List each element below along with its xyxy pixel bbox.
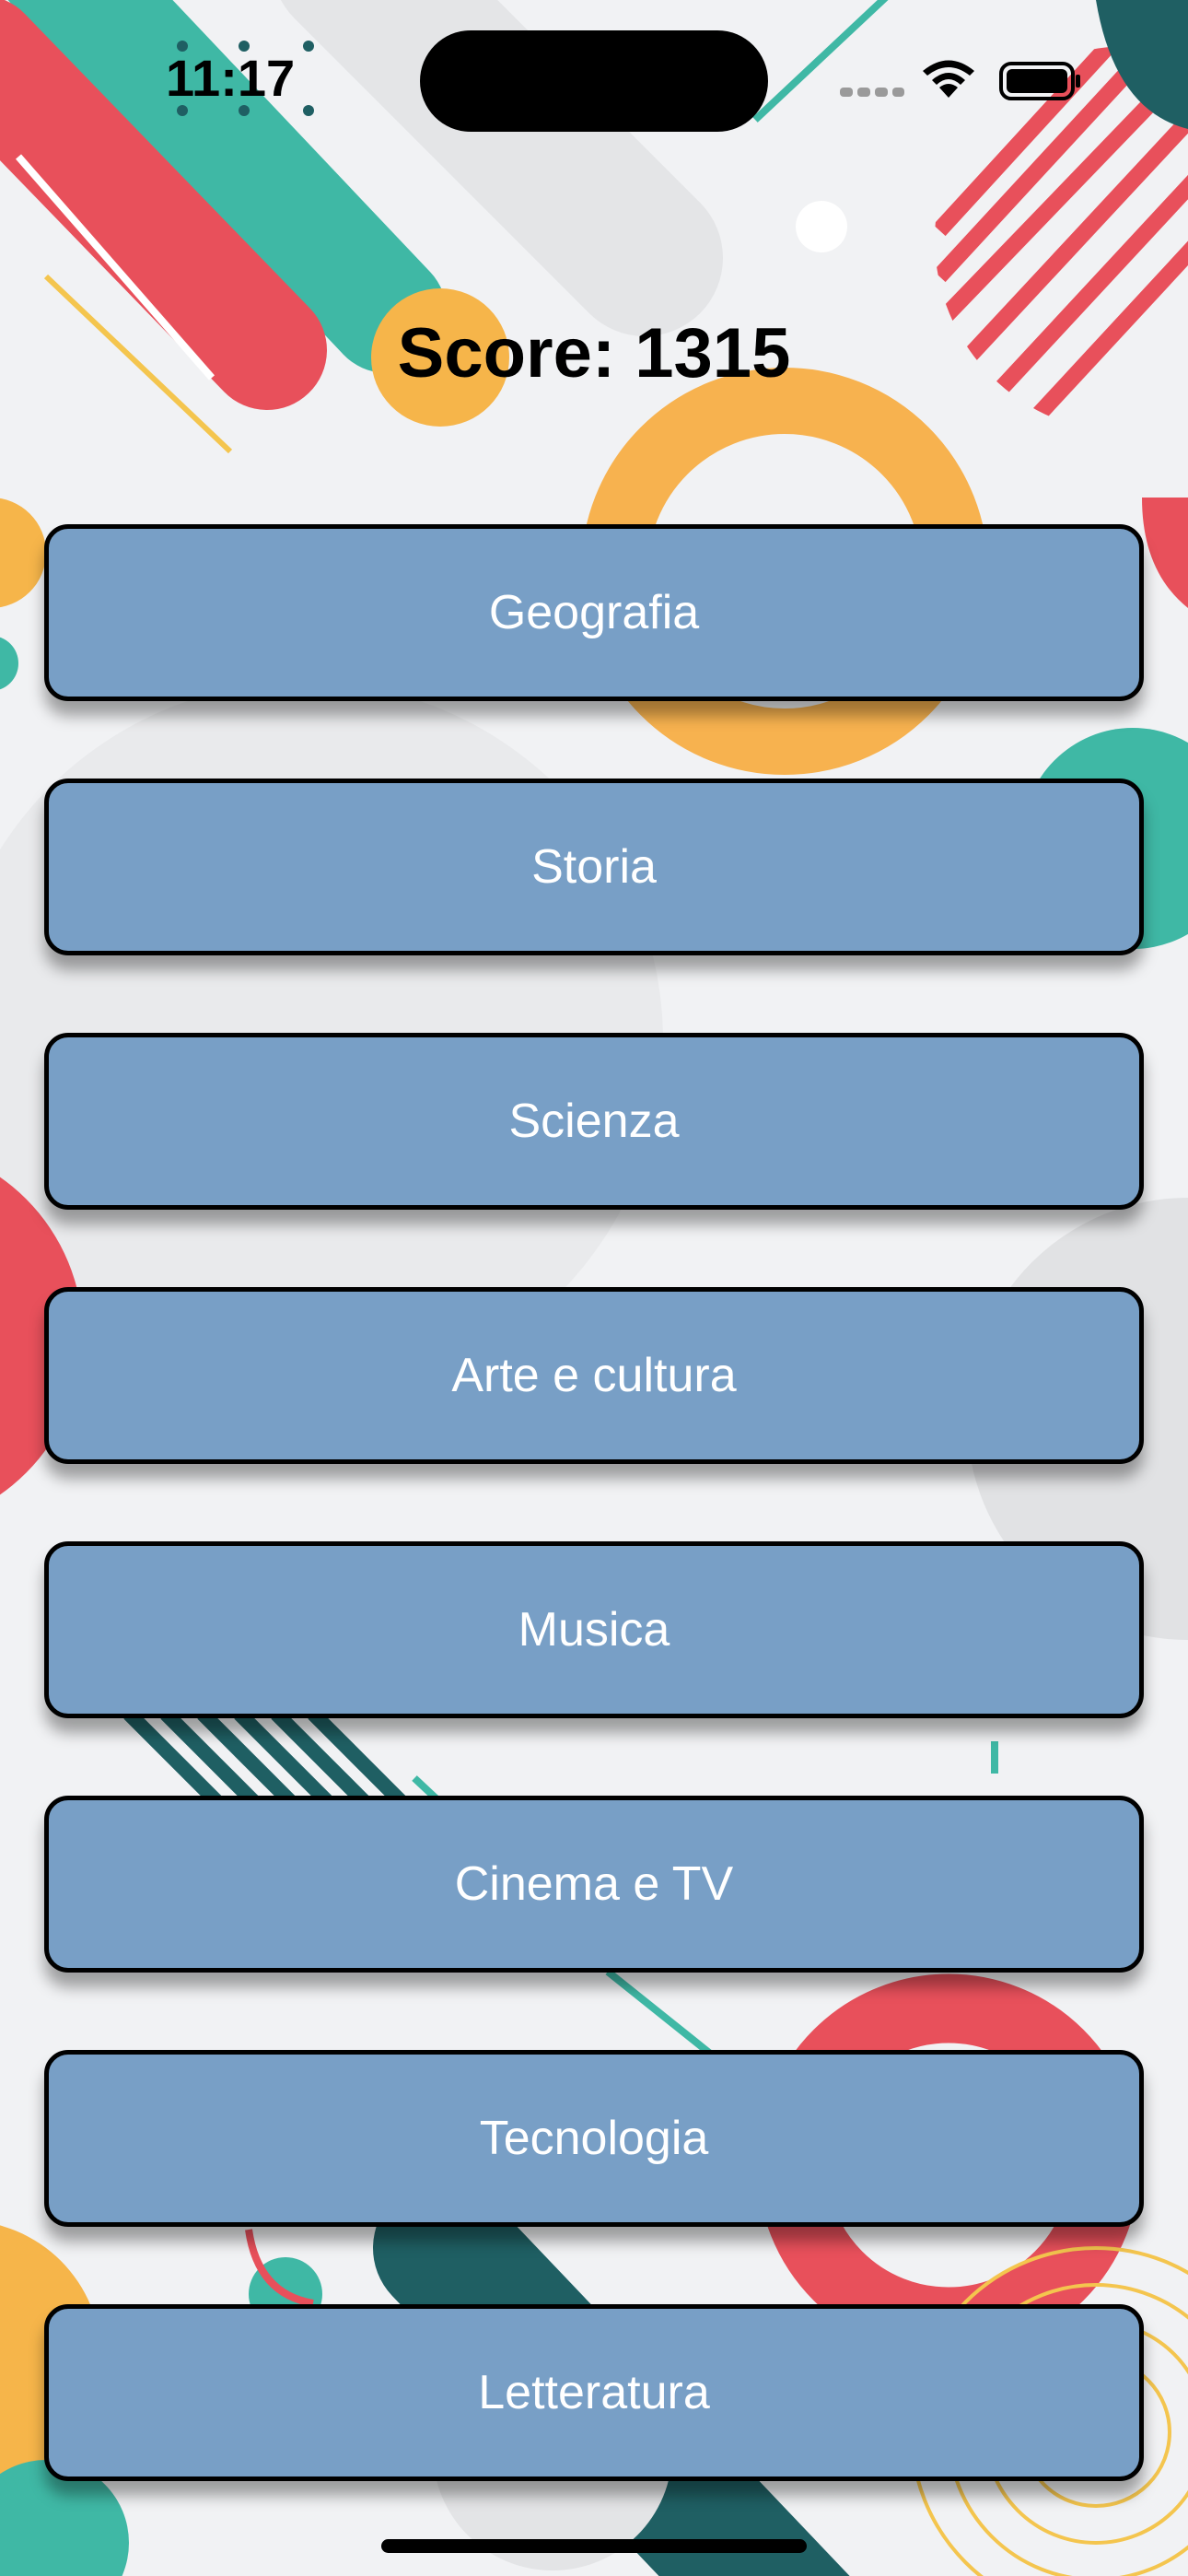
- category-label: Arte e cultura: [451, 1349, 737, 1402]
- category-button-arte-e-cultura[interactable]: Arte e cultura: [44, 1287, 1144, 1464]
- category-button-geografia[interactable]: Geografia: [44, 524, 1144, 701]
- battery-icon: [999, 62, 1080, 100]
- category-button-letteratura[interactable]: Letteratura: [44, 2304, 1144, 2481]
- category-button-tecnologia[interactable]: Tecnologia: [44, 2050, 1144, 2227]
- category-label: Cinema e TV: [454, 1857, 734, 1911]
- home-indicator[interactable]: [381, 2539, 807, 2553]
- cellular-signal-icon: [840, 88, 904, 97]
- score-label: Score: 1315: [397, 314, 791, 392]
- category-button-storia[interactable]: Storia: [44, 779, 1144, 955]
- category-label: Storia: [531, 840, 657, 894]
- category-label: Tecnologia: [479, 2112, 709, 2165]
- wifi-icon: [923, 60, 974, 98]
- category-label: Musica: [518, 1603, 670, 1657]
- category-button-scienza[interactable]: Scienza: [44, 1033, 1144, 1210]
- category-label: Geografia: [488, 586, 700, 639]
- category-label: Scienza: [508, 1095, 680, 1148]
- category-list: Geografia Storia Scienza Arte e cultura …: [44, 524, 1144, 2558]
- category-button-cinema-e-tv[interactable]: Cinema e TV: [44, 1796, 1144, 1973]
- dynamic-island: [420, 30, 768, 132]
- category-button-musica[interactable]: Musica: [44, 1541, 1144, 1718]
- status-bar: 11:17: [0, 0, 1188, 157]
- status-time: 11:17: [166, 49, 296, 107]
- category-label: Letteratura: [478, 2366, 710, 2419]
